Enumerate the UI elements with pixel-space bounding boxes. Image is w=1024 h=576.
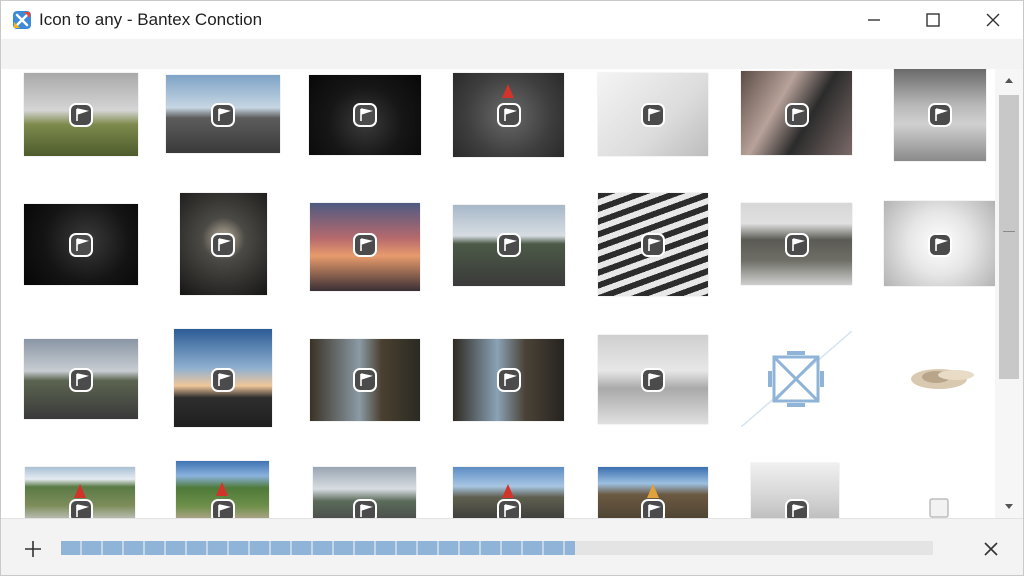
flag-badge-icon [497,103,521,127]
cone-icon [647,484,659,498]
minimize-button[interactable] [845,1,903,39]
flag-badge-icon [211,103,235,127]
close-icon [986,13,1000,27]
scroll-down-button[interactable] [995,496,1023,518]
thumbnail[interactable] [926,497,952,518]
image-gallery [1,69,995,518]
maximize-icon [926,13,940,27]
flag-badge-icon [211,368,235,392]
flag-badge-icon [211,499,235,518]
flag-badge-icon [497,233,521,257]
scroll-grip [1003,231,1015,232]
thumbnail[interactable] [884,337,995,423]
flag-badge-icon [785,103,809,127]
plus-icon[interactable] [21,537,45,561]
flag-badge-icon [69,103,93,127]
flag-badge-icon [928,103,952,127]
flag-badge-icon [785,233,809,257]
flag-badge-icon [641,233,665,257]
flag-badge-icon [353,499,377,518]
flag-badge-icon [497,368,521,392]
progress-fill [61,541,576,555]
thumbnail-placeholder[interactable] [741,331,852,427]
cone-icon [502,484,514,498]
window-title: Icon to any - Bantex Conction [39,10,263,29]
app-logo-icon [13,11,31,29]
flag-badge-icon [928,233,952,257]
flag-badge-icon [353,233,377,257]
app-window: Icon to any - Bantex Conction [0,0,1024,576]
flag-badge-icon [641,368,665,392]
flag-badge-icon [211,233,235,257]
flag-badge-icon [641,103,665,127]
flag-badge-icon [353,368,377,392]
scroll-thumb[interactable] [999,95,1019,379]
chevron-up-icon [1005,78,1013,83]
maximize-button[interactable] [904,1,962,39]
blank-icon [929,498,949,518]
close-window-button[interactable] [964,1,1022,39]
cone-icon [502,84,514,98]
title-bar: Icon to any - Bantex Conction [1,1,1023,39]
progress-bar [61,541,933,555]
flag-badge-icon [69,233,93,257]
flag-badge-icon [641,499,665,518]
cone-icon [216,482,228,496]
flag-badge-icon [785,499,809,518]
cone-icon [74,484,86,498]
cancel-button[interactable] [979,537,1003,561]
chevron-down-icon [1005,504,1013,509]
flag-badge-icon [69,368,93,392]
vertical-scrollbar[interactable] [995,69,1023,518]
minimize-icon [868,19,880,21]
broken-image-icon [741,331,852,427]
toolbar [1,39,1023,69]
flag-badge-icon [497,499,521,518]
scroll-up-button[interactable] [995,69,1023,91]
flag-badge-icon [353,103,377,127]
flag-badge-icon [69,499,93,518]
bottom-bar [1,518,1023,575]
pastry-image [911,369,974,389]
